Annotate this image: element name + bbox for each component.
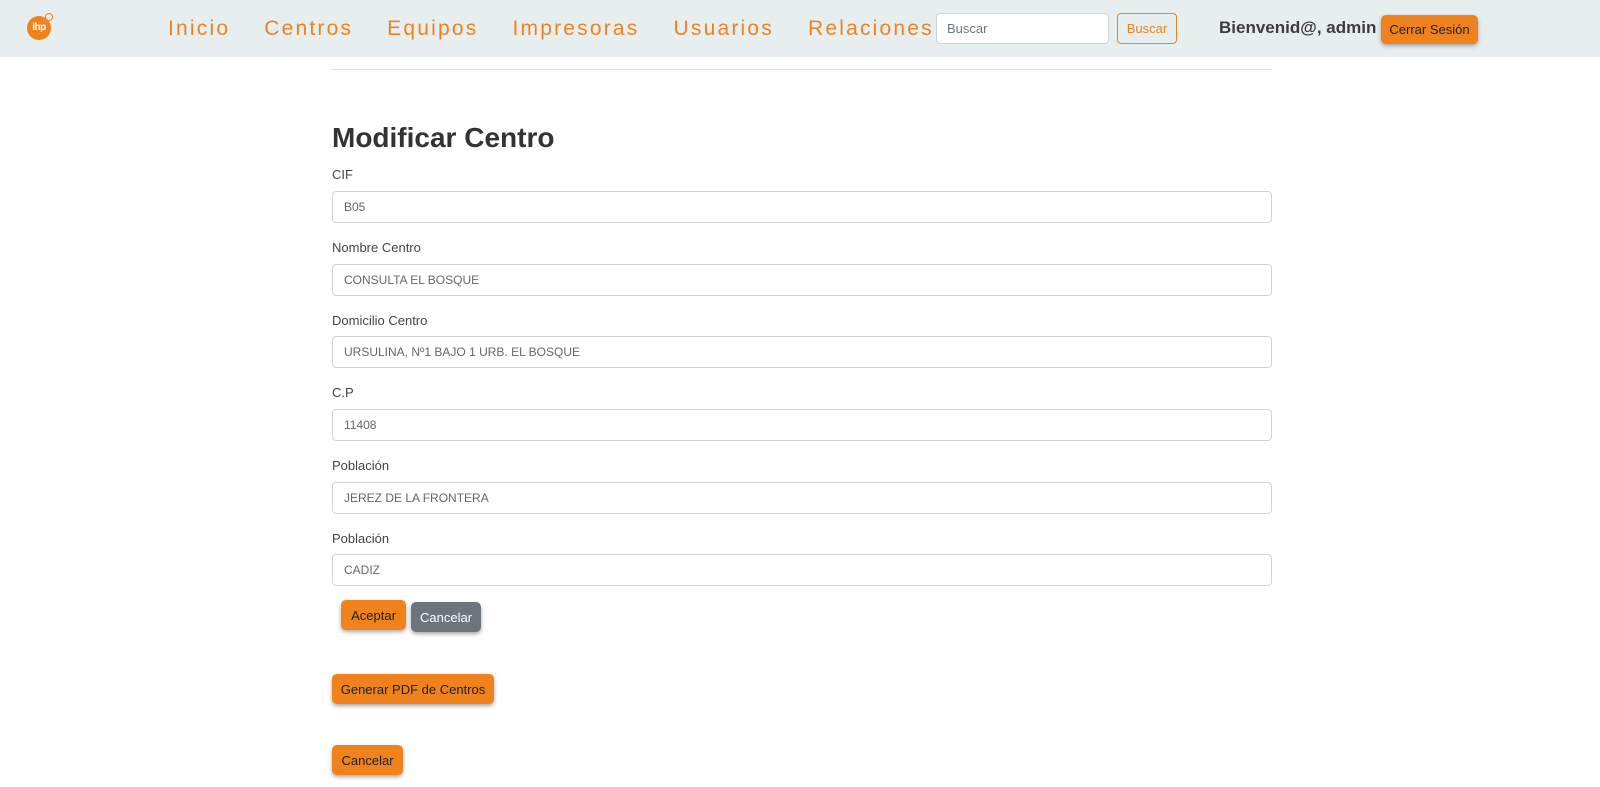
domicilio-centro-label: Domicilio Centro [332,313,428,328]
domicilio-centro-value: URSULINA, Nº1 BAJO 1 URB. EL BOSQUE [344,345,581,359]
poblacion-value: JEREZ DE LA FRONTERA [344,491,489,505]
navbar: ihp Inicio Centros Equipos Impresoras Us… [0,0,1600,57]
nombre-centro-label: Nombre Centro [332,240,421,255]
nav-link-usuarios[interactable]: Usuarios [674,14,774,44]
search-button[interactable]: Buscar [1117,13,1177,44]
logo[interactable]: ihp [27,13,53,40]
cp-field[interactable]: 11408 [332,409,1272,441]
cp-value: 11408 [344,418,377,432]
logout-button[interactable]: Cerrar Sesión [1381,15,1478,44]
nav-link-inicio[interactable]: Inicio [168,14,230,44]
generate-pdf-button[interactable]: Generar PDF de Centros [332,674,494,704]
accept-button[interactable]: Aceptar [341,600,406,630]
search-input[interactable] [936,13,1109,44]
cancel-button[interactable]: Cancelar [332,745,403,775]
cif-field[interactable]: B05 [332,191,1272,223]
welcome-text: Bienvenid@, admin [1219,18,1377,37]
nav-link-relaciones[interactable]: Relaciones [808,14,934,44]
cancel-form-button[interactable]: Cancelar [411,602,481,632]
cif-value: B05 [344,200,366,214]
provincia-label: Población [332,531,390,546]
provincia-field[interactable]: CADIZ [332,554,1272,586]
divider [332,69,1272,70]
provincia-value: CADIZ [344,563,380,577]
cp-label: C.P [332,385,354,400]
page-title: Modificar Centro [332,122,555,153]
domicilio-centro-field[interactable]: URSULINA, Nº1 BAJO 1 URB. EL BOSQUE [332,336,1272,368]
nav-link-equipos[interactable]: Equipos [387,14,478,44]
logo-text: ihp [32,22,46,33]
cif-label: CIF [332,167,353,182]
nombre-centro-field[interactable]: CONSULTA EL BOSQUE [332,264,1272,296]
nav-links: Inicio Centros Equipos Impresoras Usuari… [168,14,968,44]
nav-link-centros[interactable]: Centros [264,14,353,44]
poblacion-field[interactable]: JEREZ DE LA FRONTERA [332,482,1272,514]
poblacion-label: Población [332,458,390,473]
nombre-centro-value: CONSULTA EL BOSQUE [344,273,480,287]
nav-link-impresoras[interactable]: Impresoras [512,14,639,44]
logo-dot-icon [45,13,53,21]
